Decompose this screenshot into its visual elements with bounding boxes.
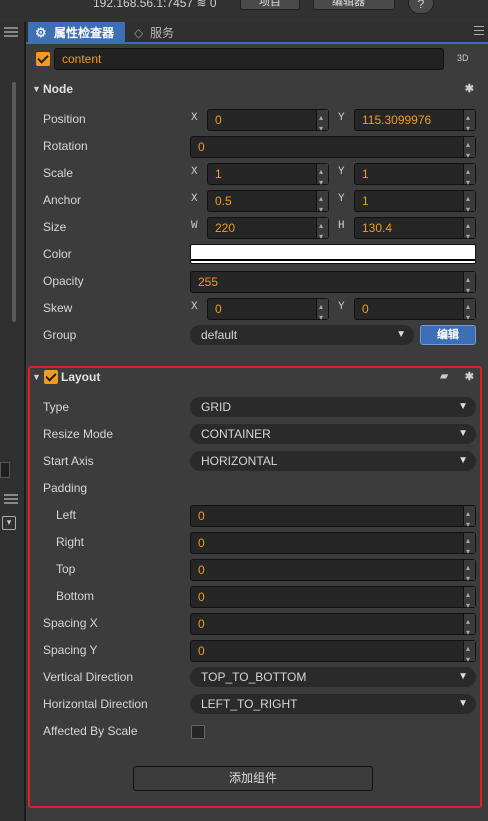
resize-mode-select[interactable]: CONTAINER ▼ xyxy=(190,424,476,444)
layout-type-row: Type GRID ▼ xyxy=(26,394,488,421)
size-row: Size W 220 H 130.4 xyxy=(26,214,488,247)
padding-top-input[interactable]: 0 xyxy=(190,558,476,589)
affected-by-scale-row: Affected By Scale xyxy=(26,718,488,745)
scrollbar[interactable] xyxy=(12,82,16,322)
tab-menu-icon[interactable] xyxy=(474,26,484,38)
skew-y-input[interactable]: 0 xyxy=(354,297,476,328)
chevron-down-icon: ▼ xyxy=(458,698,468,709)
node-header: content 3D xyxy=(32,48,480,70)
collapse-icon: ▼ xyxy=(32,372,41,382)
vertical-direction-select[interactable]: TOP_TO_BOTTOM ▼ xyxy=(190,667,476,687)
resize-mode-row: Resize Mode CONTAINER ▼ xyxy=(26,421,488,448)
panel-menu-icon-2[interactable] xyxy=(4,494,18,504)
group-select[interactable]: default ▼ xyxy=(190,325,414,345)
node-name-input[interactable]: content xyxy=(54,48,444,70)
layout-settings-icon[interactable]: ✱ xyxy=(465,366,474,388)
top-toolbar: 192.168.56.1:7457 ≋ 0 项目 编辑器 ? xyxy=(0,0,488,22)
padding-left-input[interactable]: 0 xyxy=(190,504,476,535)
horizontal-direction-row: Horizontal Direction LEFT_TO_RIGHT ▼ xyxy=(26,691,488,718)
color-swatch[interactable] xyxy=(190,244,476,264)
padding-bottom-row: Bottom 0 xyxy=(26,583,488,616)
skew-row: Skew X 0 Y 0 xyxy=(26,295,488,328)
panel-menu-icon[interactable] xyxy=(4,27,18,37)
editor-button[interactable]: 编辑器 xyxy=(313,0,395,10)
horizontal-direction-select[interactable]: LEFT_TO_RIGHT ▼ xyxy=(190,694,476,714)
start-axis-select[interactable]: HORIZONTAL ▼ xyxy=(190,451,476,471)
spacing-x-input[interactable]: 0 xyxy=(190,612,476,643)
padding-left-row: Left 0 xyxy=(26,502,488,535)
start-axis-row: Start Axis HORIZONTAL ▼ xyxy=(26,448,488,475)
add-component-button[interactable]: 添加组件 xyxy=(133,766,373,791)
chevron-down-icon: ▼ xyxy=(458,401,468,412)
anchor-x-input[interactable]: 0.5 xyxy=(207,189,329,220)
help-doc-icon[interactable]: ▰ xyxy=(440,366,448,388)
group-edit-button[interactable]: 编辑 xyxy=(420,325,476,345)
anchor-row: Anchor X 0.5 Y 1 xyxy=(26,187,488,220)
scale-y-input[interactable]: 1 xyxy=(354,162,476,193)
opacity-input[interactable]: 255 xyxy=(190,270,476,301)
padding-top-row: Top 0 xyxy=(26,556,488,589)
layout-enabled-checkbox[interactable] xyxy=(44,370,58,384)
collapsed-field xyxy=(0,462,10,478)
ip-address: 192.168.56.1:7457 ≋ 0 xyxy=(93,0,217,10)
3d-toggle[interactable]: 3D xyxy=(457,53,469,63)
gear-icon: ⚙ xyxy=(35,25,47,40)
project-button[interactable]: 项目 xyxy=(240,0,300,10)
padding-bottom-input[interactable]: 0 xyxy=(190,585,476,616)
help-button[interactable]: ? xyxy=(408,0,434,14)
chevron-down-icon: ▼ xyxy=(458,428,468,439)
position-y-input[interactable]: 115.3099976 xyxy=(354,108,476,139)
spacing-y-input[interactable]: 0 xyxy=(190,639,476,670)
tab-inspector[interactable]: ⚙ 属性检查器 xyxy=(28,22,125,44)
collapse-icon: ▼ xyxy=(32,84,41,94)
size-h-input[interactable]: 130.4 xyxy=(354,216,476,247)
spacing-y-row: Spacing Y 0 xyxy=(26,637,488,670)
dropdown-icon[interactable]: ▾ xyxy=(2,516,16,530)
node-settings-icon[interactable]: ✱ xyxy=(465,78,474,100)
position-x-input[interactable]: 0 xyxy=(207,108,329,139)
inspector-panel: content 3D ▼ Node ✱ Position X 0 Y 115.3… xyxy=(26,44,488,821)
scale-row: Scale X 1 Y 1 xyxy=(26,160,488,193)
wifi-icon: ≋ xyxy=(196,0,207,10)
padding-row: Padding xyxy=(43,481,88,495)
services-icon: ◇ xyxy=(134,26,144,40)
padding-right-row: Right 0 xyxy=(26,529,488,562)
layout-section-header[interactable]: ▼ Layout ▰ ✱ xyxy=(26,366,488,388)
chevron-down-icon: ▼ xyxy=(396,329,406,340)
affected-by-scale-checkbox[interactable] xyxy=(191,725,205,739)
group-row: Group default ▼ 编辑 xyxy=(26,322,488,349)
position-row: Position X 0 Y 115.3099976 xyxy=(26,106,488,139)
rotation-row: Rotation 0 xyxy=(26,133,488,166)
node-section-header[interactable]: ▼ Node ✱ xyxy=(26,78,488,100)
chevron-down-icon: ▼ xyxy=(458,671,468,682)
padding-right-input[interactable]: 0 xyxy=(190,531,476,562)
spacing-x-row: Spacing X 0 xyxy=(26,610,488,643)
color-row: Color xyxy=(26,241,488,268)
anchor-y-input[interactable]: 1 xyxy=(354,189,476,220)
opacity-row: Opacity 255 xyxy=(26,268,488,301)
skew-x-input[interactable]: 0 xyxy=(207,297,329,328)
left-panel-edge: ▾ xyxy=(0,22,24,821)
layout-type-select[interactable]: GRID ▼ xyxy=(190,397,476,417)
vertical-direction-row: Vertical Direction TOP_TO_BOTTOM ▼ xyxy=(26,664,488,691)
panel-tabs: ⚙ 属性检查器 ◇ 服务 xyxy=(26,22,488,44)
node-active-checkbox[interactable] xyxy=(36,52,50,66)
tab-services[interactable]: ◇ 服务 xyxy=(134,22,174,44)
size-w-input[interactable]: 220 xyxy=(207,216,329,247)
rotation-input[interactable]: 0 xyxy=(190,135,476,166)
scale-x-input[interactable]: 1 xyxy=(207,162,329,193)
chevron-down-icon: ▼ xyxy=(458,455,468,466)
